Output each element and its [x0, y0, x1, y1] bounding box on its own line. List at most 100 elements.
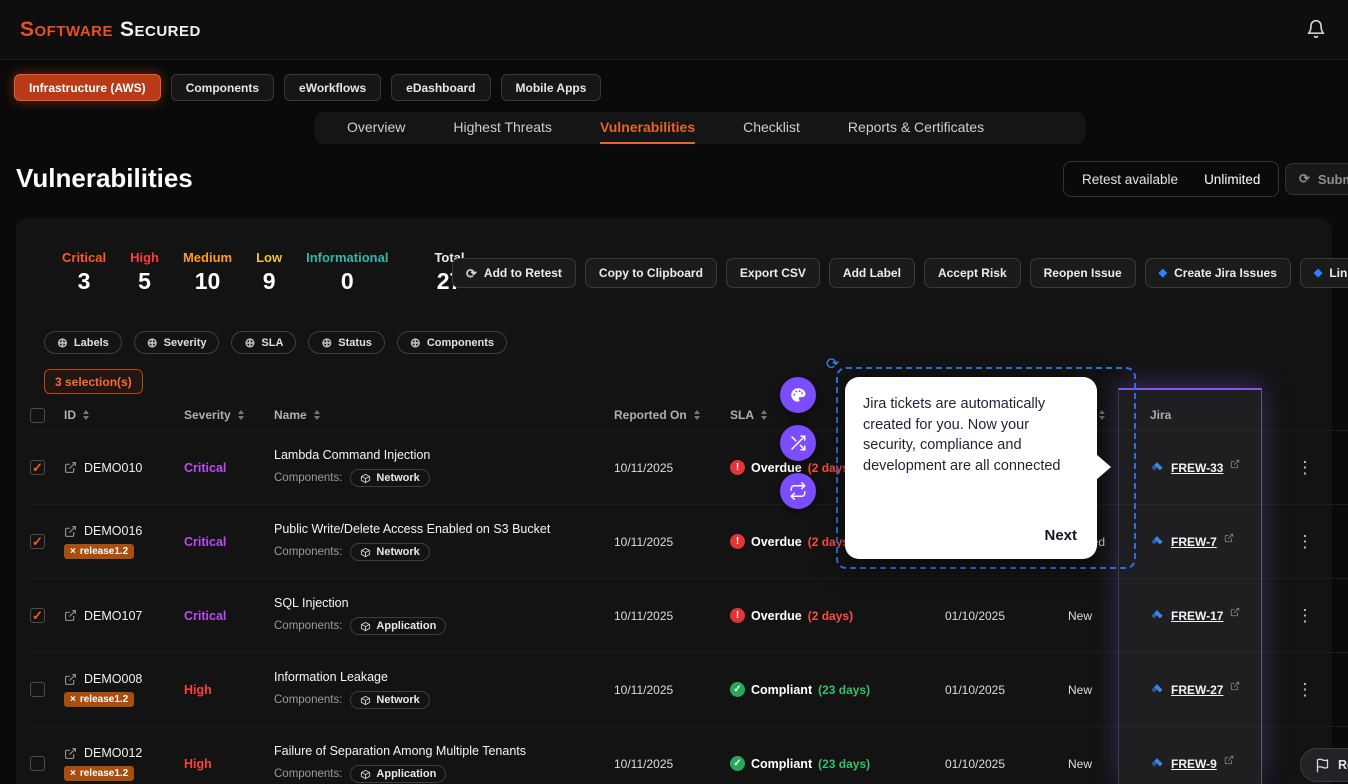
- section-nav-item[interactable]: Reports & Certificates: [848, 112, 984, 144]
- jira-issue-link[interactable]: FREW-9: [1171, 757, 1217, 771]
- filter-pill[interactable]: ⊕ SLA: [231, 331, 297, 354]
- jira-issue-link[interactable]: FREW-7: [1171, 535, 1217, 549]
- circle-plus-icon: ⊕: [146, 335, 158, 350]
- project-tab[interactable]: Components: [170, 74, 275, 101]
- sort-icon[interactable]: [761, 410, 767, 420]
- project-tab[interactable]: Infrastructure (AWS): [14, 74, 161, 101]
- filter-pill[interactable]: ⊕ Severity: [133, 331, 220, 354]
- vulnerability-name[interactable]: Information Leakage: [274, 670, 388, 684]
- label-badge[interactable]: × release1.2: [64, 766, 135, 781]
- circle-plus-icon: ⊕: [244, 335, 256, 350]
- vulnerability-name[interactable]: Public Write/Delete Access Enabled on S3…: [274, 522, 550, 536]
- report-button[interactable]: Report: [1300, 748, 1348, 782]
- shuffle-button[interactable]: [780, 425, 816, 461]
- action-button[interactable]: Copy to Clipboard: [584, 258, 717, 288]
- external-link-icon[interactable]: [64, 673, 77, 686]
- select-all-checkbox[interactable]: [30, 407, 45, 423]
- action-button-label: Add to Retest: [483, 266, 562, 280]
- components-label: Components:: [274, 768, 343, 780]
- row-menu-button[interactable]: ⋮: [1262, 680, 1348, 700]
- component-name: Network: [376, 546, 420, 558]
- row-id-link[interactable]: DEMO016: [84, 524, 142, 538]
- row-id-link[interactable]: DEMO012: [84, 746, 142, 760]
- section-nav-item[interactable]: Highest Threats: [453, 112, 552, 144]
- action-button[interactable]: ⟳ Add to Retest: [452, 258, 576, 288]
- external-link-icon[interactable]: [1224, 755, 1234, 765]
- action-button[interactable]: ◆ Link Jira Issues: [1299, 258, 1348, 288]
- tour-next-button[interactable]: Next: [1044, 525, 1077, 546]
- external-link-icon[interactable]: [1224, 533, 1234, 543]
- table-row: DEMO008 × release1.2 High Information Le…: [30, 652, 1348, 726]
- row-checkbox[interactable]: [30, 756, 45, 771]
- filter-pill[interactable]: ⊕ Labels: [44, 331, 122, 354]
- row-checkbox[interactable]: ✓: [30, 534, 45, 549]
- jira-icon: [1151, 461, 1163, 470]
- row-checkbox[interactable]: ✓: [30, 460, 45, 475]
- sort-icon[interactable]: [1098, 410, 1105, 420]
- sla-status-value: Overdue: [751, 608, 802, 623]
- kebab-icon: ⋮: [1296, 457, 1314, 477]
- project-tab[interactable]: eWorkflows: [284, 74, 382, 101]
- vulnerability-name[interactable]: Lambda Command Injection: [274, 448, 430, 462]
- filter-pill[interactable]: ⊕ Status: [308, 331, 385, 354]
- row-checkbox[interactable]: [30, 682, 45, 697]
- row-menu-button[interactable]: ⋮: [1262, 606, 1348, 626]
- external-link-icon[interactable]: [1230, 459, 1240, 469]
- component-name: Application: [376, 768, 437, 780]
- stat-item: Medium 10: [183, 250, 232, 293]
- theme-palette-button[interactable]: [780, 377, 816, 413]
- project-tab[interactable]: eDashboard: [391, 74, 491, 101]
- section-nav-item[interactable]: Overview: [347, 112, 405, 144]
- jira-issue-link[interactable]: FREW-27: [1171, 683, 1223, 697]
- sort-icon[interactable]: [313, 410, 320, 420]
- row-checkbox[interactable]: ✓: [30, 608, 45, 623]
- label-badge[interactable]: × release1.2: [64, 544, 135, 559]
- component-badge[interactable]: Network: [350, 543, 430, 561]
- external-link-icon[interactable]: [64, 525, 77, 538]
- stat-item: High 5: [130, 250, 159, 293]
- stat-label: Informational: [306, 250, 389, 265]
- row-id-link[interactable]: DEMO010: [84, 461, 142, 475]
- submit-retest-button[interactable]: ⟳ Submit Retest: [1285, 163, 1348, 195]
- label-badge[interactable]: × release1.2: [64, 692, 135, 707]
- transfer-button[interactable]: [780, 473, 816, 509]
- external-link-icon[interactable]: [64, 461, 77, 474]
- sort-icon[interactable]: [237, 410, 244, 420]
- column-header-reported-on: Reported On: [614, 408, 687, 422]
- sort-icon[interactable]: [83, 410, 89, 420]
- component-badge[interactable]: Application: [350, 765, 447, 783]
- external-link-icon[interactable]: [64, 609, 77, 622]
- remove-label-icon[interactable]: ×: [70, 546, 76, 557]
- section-nav-item[interactable]: Checklist: [743, 112, 800, 144]
- notifications-button[interactable]: [1306, 19, 1328, 41]
- row-menu-button[interactable]: ⋮: [1262, 458, 1348, 478]
- row-id-link[interactable]: DEMO107: [84, 609, 142, 623]
- action-button[interactable]: Export CSV: [725, 258, 820, 288]
- section-nav-item[interactable]: Vulnerabilities: [599, 112, 696, 144]
- row-id-link[interactable]: DEMO008: [84, 672, 142, 686]
- tour-refresh-icon[interactable]: ⟳: [826, 354, 839, 374]
- vulnerability-name[interactable]: Failure of Separation Among Multiple Ten…: [274, 744, 526, 758]
- external-link-icon[interactable]: [1230, 681, 1240, 691]
- vulnerability-name[interactable]: SQL Injection: [274, 596, 349, 610]
- component-badge[interactable]: Network: [350, 691, 430, 709]
- action-button[interactable]: Reopen Issue: [1029, 258, 1136, 288]
- component-badge[interactable]: Network: [350, 469, 430, 487]
- external-link-icon[interactable]: [1230, 607, 1240, 617]
- project-tab[interactable]: Mobile Apps: [500, 74, 602, 101]
- filter-pill[interactable]: ⊕ Components: [396, 331, 508, 354]
- action-button[interactable]: Add Label: [828, 258, 915, 288]
- jira-issue-link[interactable]: FREW-33: [1171, 461, 1223, 475]
- sort-icon[interactable]: [693, 410, 700, 420]
- table-row: DEMO012 × release1.2 High Failure of Sep…: [30, 726, 1348, 784]
- remove-label-icon[interactable]: ×: [70, 694, 76, 705]
- reported-on-value: 10/11/2025: [614, 756, 674, 771]
- remove-label-icon[interactable]: ×: [70, 768, 76, 779]
- row-menu-button[interactable]: ⋮: [1262, 532, 1348, 552]
- action-button-label: Create Jira Issues: [1174, 266, 1277, 280]
- jira-issue-link[interactable]: FREW-17: [1171, 609, 1223, 623]
- component-badge[interactable]: Application: [350, 617, 447, 635]
- action-button[interactable]: ◆ Create Jira Issues: [1144, 258, 1291, 288]
- external-link-icon[interactable]: [64, 747, 77, 760]
- action-button[interactable]: Accept Risk: [923, 258, 1021, 288]
